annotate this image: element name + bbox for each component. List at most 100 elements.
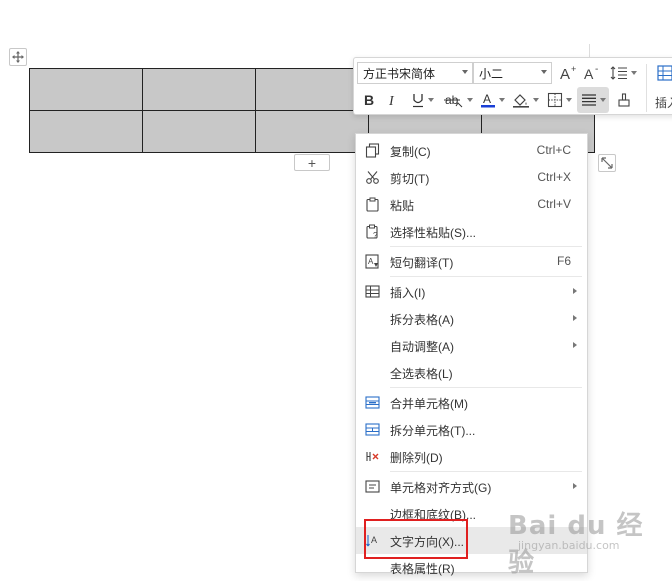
svg-text:B: B	[364, 92, 374, 108]
menu-item-label: 剪切(T)	[390, 172, 430, 186]
table-cell[interactable]	[142, 68, 256, 111]
submenu-arrow-icon	[573, 483, 577, 489]
menu-item-select-table[interactable]: 全选表格(L)	[356, 359, 587, 386]
font-color-button[interactable]: A	[478, 89, 506, 111]
svg-text:I: I	[388, 94, 395, 108]
chevron-down-icon	[630, 71, 637, 75]
menu-item-split-table[interactable]: 拆分表格(A)	[356, 305, 587, 332]
scissors-icon	[364, 169, 380, 185]
table-cell[interactable]	[29, 110, 143, 153]
add-row-button[interactable]: +	[294, 154, 330, 171]
font-family-value: 方正书宋简体	[363, 66, 436, 81]
decrease-font-size-button[interactable]: A -	[582, 62, 604, 84]
svg-text:?: ?	[373, 231, 378, 239]
underline-button[interactable]	[407, 89, 437, 111]
menu-item-label: 粘贴	[390, 199, 415, 213]
menu-item-paste[interactable]: 粘贴 Ctrl+V	[356, 191, 587, 218]
insert-table-icon	[364, 283, 380, 299]
submenu-arrow-icon	[573, 288, 577, 294]
split-cells-icon	[364, 421, 380, 437]
chevron-down-icon	[599, 98, 606, 102]
italic-icon: I	[388, 94, 395, 108]
menu-item-copy[interactable]: 复制(C) Ctrl+C	[356, 137, 587, 164]
font-size-select[interactable]: 小二	[473, 62, 552, 84]
menu-shortcut: F6	[556, 254, 571, 268]
menu-item-merge-cells[interactable]: 合并单元格(M)	[356, 389, 587, 416]
menu-separator	[390, 246, 582, 247]
font-family-select[interactable]: 方正书宋简体	[357, 62, 473, 84]
chevron-down-icon	[498, 98, 505, 102]
line-spacing-icon	[610, 66, 627, 80]
svg-text:-: -	[595, 65, 598, 75]
chevron-down-icon	[532, 98, 539, 102]
italic-button[interactable]: I	[382, 89, 404, 111]
strikethrough-button[interactable]: ab	[442, 89, 474, 111]
cell-alignment-icon	[364, 478, 380, 494]
menu-item-paste-special[interactable]: ? 选择性粘贴(S)...	[356, 218, 587, 245]
font-grow-icon: A +	[560, 65, 576, 81]
menu-item-delete-column[interactable]: 删除列(D)	[356, 443, 587, 470]
menu-item-label: 拆分单元格(T)...	[390, 424, 476, 438]
format-painter-button[interactable]	[613, 89, 635, 111]
copy-icon	[364, 142, 380, 158]
bold-icon: B	[364, 92, 374, 108]
menu-item-label: 拆分表格(A)	[390, 313, 454, 327]
toolbar-divider	[646, 64, 647, 112]
underline-icon	[412, 94, 423, 108]
menu-shortcut: Ctrl+C	[536, 143, 571, 157]
move-icon	[12, 51, 24, 63]
menu-item-insert[interactable]: 插入(I)	[356, 278, 587, 305]
strikethrough-icon: ab	[443, 93, 462, 108]
translate-icon: A	[364, 253, 380, 269]
align-justify-icon	[581, 94, 596, 106]
chevron-down-icon	[541, 70, 547, 74]
svg-text:A: A	[560, 66, 570, 81]
table-cell[interactable]	[29, 68, 143, 111]
table-cell[interactable]	[255, 68, 369, 111]
chevron-down-icon	[565, 98, 572, 102]
menu-item-label: 复制(C)	[390, 145, 431, 159]
menu-item-label: 合并单元格(M)	[390, 397, 468, 411]
borders-button[interactable]	[544, 89, 574, 111]
menu-item-label: 删除列(D)	[390, 451, 443, 465]
menu-shortcut: Ctrl+V	[537, 197, 571, 211]
font-color-icon: A	[480, 92, 495, 108]
menu-item-label: 短句翻译(T)	[390, 256, 454, 270]
menu-item-label: 选择性粘贴(S)...	[390, 226, 476, 240]
table-resize-handle[interactable]	[598, 154, 616, 172]
border-grid-icon	[547, 92, 562, 108]
menu-item-label: 全选表格(L)	[390, 367, 453, 381]
chevron-down-icon	[427, 98, 434, 102]
shading-color-button[interactable]	[510, 89, 540, 111]
bold-button[interactable]: B	[358, 89, 380, 111]
table-cell[interactable]	[142, 110, 256, 153]
svg-text:+: +	[571, 65, 576, 74]
menu-item-auto-fit[interactable]: 自动调整(A)	[356, 332, 587, 359]
table-grid-icon	[657, 65, 672, 81]
insert-label[interactable]: 插入	[650, 91, 672, 113]
line-spacing-button[interactable]	[608, 62, 638, 84]
paste-special-icon: ?	[364, 223, 380, 239]
menu-item-label: 插入(I)	[390, 286, 426, 300]
watermark-url: jingyan.baidu.com	[518, 539, 620, 552]
chevron-down-icon	[466, 98, 473, 102]
menu-separator	[390, 276, 582, 277]
alignment-button[interactable]	[577, 87, 609, 113]
paste-icon	[364, 196, 380, 212]
insert-table-button[interactable]	[653, 62, 672, 84]
menu-item-label: 自动调整(A)	[390, 340, 454, 354]
table-cell[interactable]	[255, 110, 369, 153]
delete-column-icon	[364, 448, 380, 464]
menu-item-split-cells[interactable]: 拆分单元格(T)...	[356, 416, 587, 443]
font-shrink-icon: A -	[584, 65, 598, 81]
menu-item-cut[interactable]: 剪切(T) Ctrl+X	[356, 164, 587, 191]
table-move-handle[interactable]	[9, 48, 27, 66]
menu-item-translate[interactable]: A 短句翻译(T) F6	[356, 248, 587, 275]
increase-font-size-button[interactable]: A +	[558, 62, 580, 84]
chevron-down-icon	[462, 70, 468, 74]
menu-item-label: 单元格对齐方式(G)	[390, 481, 492, 495]
resize-icon	[601, 157, 613, 169]
menu-item-cell-alignment[interactable]: 单元格对齐方式(G)	[356, 473, 587, 500]
mini-toolbar: 方正书宋简体 小二 A + A - B I ab A 插	[353, 57, 672, 115]
menu-item-label: 表格属性(R)	[390, 562, 455, 576]
